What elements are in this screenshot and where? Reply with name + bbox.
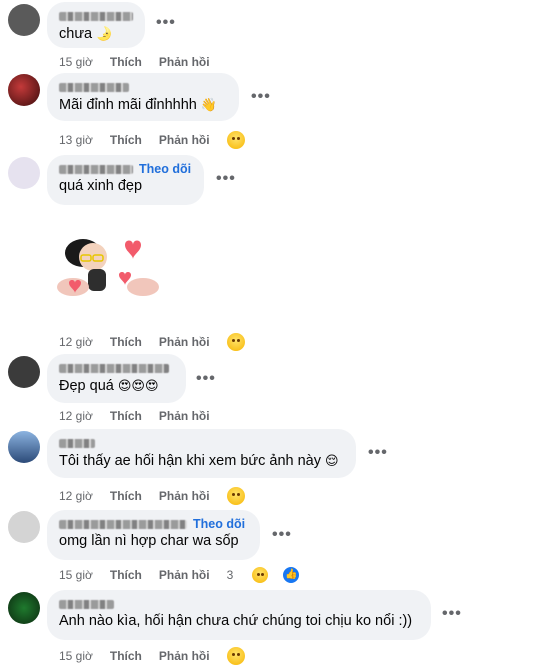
like-reaction-icon: 👍 — [282, 566, 301, 584]
reply-button[interactable]: Phản hồi — [159, 335, 210, 349]
sticker-image — [55, 225, 170, 320]
reaction-count: 3 — [226, 568, 234, 582]
comment-text: chưa 🌛 — [59, 26, 113, 42]
author-name[interactable] — [59, 361, 174, 376]
more-options-button[interactable]: ••• — [216, 170, 236, 188]
moon-emoji: 🌛 — [96, 26, 113, 41]
author-name[interactable]: Theo dõi — [59, 517, 248, 532]
comment-bubble: Mãi đỉnh mãi đỉnhhhh 👋 — [47, 73, 239, 121]
reply-button[interactable]: Phản hồi — [159, 55, 210, 69]
comment-time[interactable]: 12 giờ — [59, 409, 93, 423]
author-name[interactable] — [59, 436, 344, 451]
comment-actions: 13 giờ Thích Phản hồi — [59, 131, 262, 149]
comment-time[interactable]: 15 giờ — [59, 568, 93, 582]
comment-actions: 15 giờ Thích Phản hồi — [59, 647, 262, 665]
comment-bubble: chưa 🌛 — [47, 2, 145, 48]
wave-emoji: 👋 — [200, 97, 218, 112]
author-name[interactable]: Theo dõi — [59, 162, 192, 177]
avatar[interactable] — [8, 157, 40, 189]
comment-text: Anh nào kìa, hối hận chưa chứ chúng toi … — [59, 613, 413, 629]
comment-bubble: Anh nào kìa, hối hận chưa chứ chúng toi … — [47, 590, 431, 640]
avatar[interactable] — [8, 431, 40, 463]
comment-actions: 12 giờ Thích Phản hồi — [59, 487, 262, 505]
reaction-summary[interactable]: 3 👍 — [227, 566, 318, 584]
comment-actions: 12 giờ Thích Phản hồi — [59, 409, 227, 423]
more-options-button[interactable]: ••• — [442, 605, 462, 623]
comment-text: Tôi thấy ae hối hận khi xem bức ảnh này … — [59, 453, 339, 469]
author-name[interactable] — [59, 80, 227, 95]
like-button[interactable]: Thích — [110, 489, 142, 503]
follow-link[interactable]: Theo dõi — [139, 162, 191, 177]
comment-actions: 15 giờ Thích Phản hồi — [59, 55, 227, 69]
more-options-button[interactable]: ••• — [272, 526, 292, 544]
haha-reaction-icon — [252, 567, 269, 583]
avatar[interactable] — [8, 4, 40, 36]
comment-actions: 12 giờ Thích Phản hồi — [59, 333, 262, 351]
avatar[interactable] — [8, 74, 40, 106]
avatar-sticker-icon — [57, 239, 159, 296]
comment-actions: 15 giờ Thích Phản hồi 3 👍 — [59, 566, 334, 584]
care-reaction-icon[interactable] — [226, 333, 245, 351]
avatar[interactable] — [8, 511, 40, 543]
comment-text: omg lần nì hợp char wa sốp — [59, 533, 239, 549]
comment-bubble: Tôi thấy ae hối hận khi xem bức ảnh này … — [47, 429, 356, 478]
reply-button[interactable]: Phản hồi — [159, 133, 210, 147]
more-options-button[interactable]: ••• — [251, 88, 271, 106]
comment-time[interactable]: 12 giờ — [59, 489, 93, 503]
author-name[interactable] — [59, 9, 133, 24]
reply-button[interactable]: Phản hồi — [159, 649, 210, 663]
like-button[interactable]: Thích — [110, 409, 142, 423]
avatar[interactable] — [8, 356, 40, 388]
comment-text: Đẹp quá 😍😍😍 — [59, 378, 159, 394]
comment-time[interactable]: 15 giờ — [59, 649, 93, 663]
comment-time[interactable]: 13 giờ — [59, 133, 93, 147]
author-name[interactable] — [59, 597, 419, 612]
more-options-button[interactable]: ••• — [368, 444, 388, 462]
comment-time[interactable]: 12 giờ — [59, 335, 93, 349]
haha-reaction-icon[interactable] — [226, 487, 245, 505]
like-button[interactable]: Thích — [110, 335, 142, 349]
haha-reaction-icon[interactable] — [226, 131, 245, 149]
like-button[interactable]: Thích — [110, 568, 142, 582]
avatar[interactable] — [8, 592, 40, 624]
like-button[interactable]: Thích — [110, 649, 142, 663]
like-button[interactable]: Thích — [110, 133, 142, 147]
haha-reaction-icon[interactable] — [226, 647, 245, 665]
follow-link[interactable]: Theo dõi — [193, 517, 245, 532]
comment-text: Mãi đỉnh mãi đỉnhhhh 👋 — [59, 97, 218, 113]
comment-text: quá xinh đẹp — [59, 178, 143, 194]
comment-bubble: Theo dõi quá xinh đẹp — [47, 155, 204, 205]
like-button[interactable]: Thích — [110, 55, 142, 69]
heart-eyes-emoji: 😍😍😍 — [117, 378, 159, 393]
reply-button[interactable]: Phản hồi — [159, 568, 210, 582]
comment-time[interactable]: 15 giờ — [59, 55, 93, 69]
reply-button[interactable]: Phản hồi — [159, 489, 210, 503]
relieved-emoji: 😌 — [325, 453, 339, 468]
comment-bubble: Đẹp quá 😍😍😍 — [47, 354, 186, 403]
more-options-button[interactable]: ••• — [156, 14, 176, 32]
comment-bubble: Theo dõi omg lần nì hợp char wa sốp — [47, 510, 260, 560]
more-options-button[interactable]: ••• — [196, 370, 216, 388]
reply-button[interactable]: Phản hồi — [159, 409, 210, 423]
